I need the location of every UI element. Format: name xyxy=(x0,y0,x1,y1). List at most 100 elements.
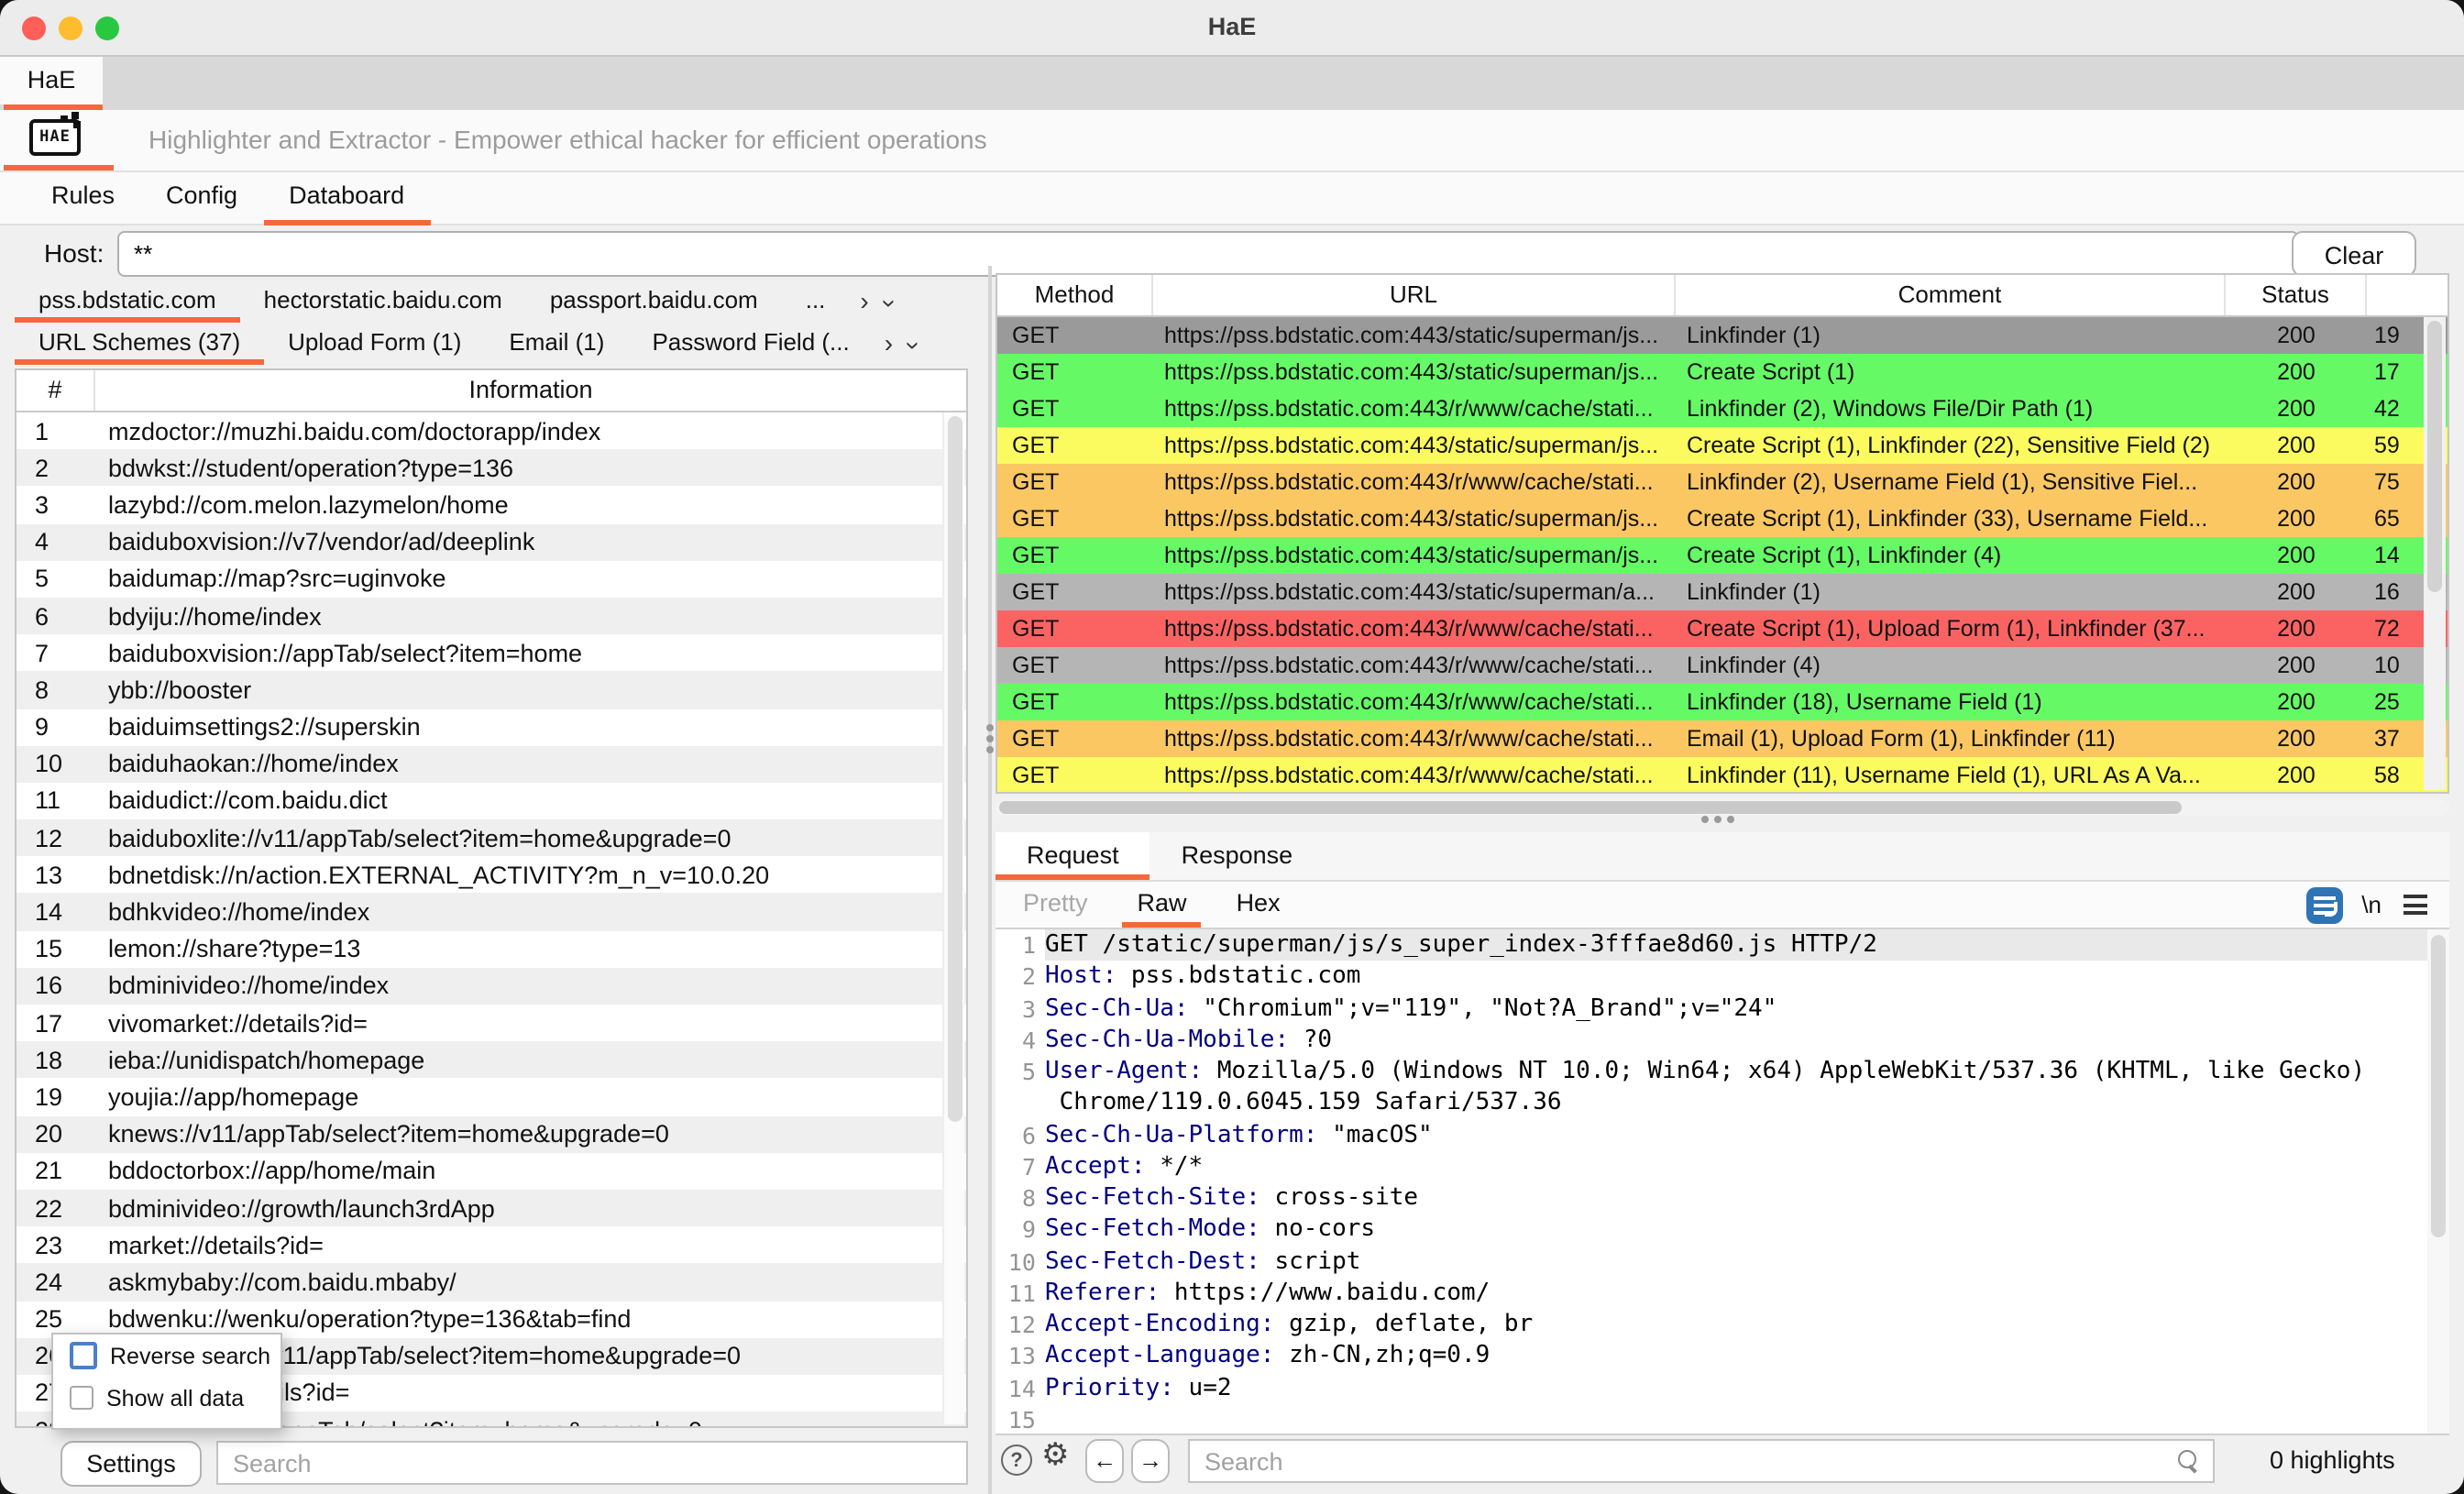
editor-menu-icon[interactable] xyxy=(2404,895,2427,915)
category-tab-0[interactable]: URL Schemes (37) xyxy=(15,326,264,365)
table-row[interactable]: 13bdnetdisk://n/action.EXTERNAL_ACTIVITY… xyxy=(16,857,966,894)
checkbox[interactable] xyxy=(70,1386,94,1410)
table-row[interactable]: 1mzdoctor://muzhi.baidu.com/doctorapp/in… xyxy=(16,412,966,449)
request-row[interactable]: GEThttps://pss.bdstatic.com:443/r/www/ca… xyxy=(997,757,2448,794)
request-row[interactable]: GEThttps://pss.bdstatic.com:443/r/www/ca… xyxy=(997,464,2448,500)
table-row[interactable]: 6bdyiju://home/index xyxy=(16,598,966,634)
table-row[interactable]: 4baiduboxvision://v7/vendor/ad/deeplink xyxy=(16,523,966,560)
panel-splitter[interactable] xyxy=(988,266,992,1494)
table-row[interactable]: 21bddoctorbox://app/home/main xyxy=(16,1153,966,1190)
request-row[interactable]: GEThttps://pss.bdstatic.com:443/static/s… xyxy=(997,427,2448,464)
word-wrap-icon[interactable] xyxy=(2306,886,2343,923)
host-tab-3[interactable]: ... xyxy=(782,284,850,323)
subtab-hex[interactable]: Hex xyxy=(1237,882,1281,928)
request-row[interactable]: GEThttps://pss.bdstatic.com:443/static/s… xyxy=(997,317,2448,354)
table-row[interactable]: 23market://details?id= xyxy=(16,1226,966,1263)
popup-option[interactable]: Show all data xyxy=(53,1377,280,1419)
column-header-comment[interactable]: Comment xyxy=(1676,275,2226,315)
tab-list-dropdown-icon[interactable]: › xyxy=(893,337,931,353)
scrollbar-thumb[interactable] xyxy=(947,416,962,1122)
table-row[interactable]: 22bdminivideo://growth/launch3rdApp xyxy=(16,1190,966,1226)
host-tab-2[interactable]: passport.baidu.com xyxy=(526,284,782,323)
table-row[interactable]: 9baiduimsettings2://superskin xyxy=(16,709,966,745)
scrollbar-thumb[interactable] xyxy=(999,801,2182,814)
checkbox[interactable] xyxy=(70,1342,97,1369)
table-settings-button[interactable]: Settings xyxy=(60,1441,202,1487)
editor-search-input[interactable] xyxy=(1190,1441,2213,1481)
table-row[interactable]: 14bdhkvideo://home/index xyxy=(16,894,966,930)
editor-scrollbar[interactable] xyxy=(2427,929,2449,1434)
request-row[interactable]: GEThttps://pss.bdstatic.com:443/static/s… xyxy=(997,354,2448,390)
show-newlines-icon[interactable]: \n xyxy=(2361,891,2382,918)
nav-tab-bar: RulesConfigDataboard xyxy=(0,172,2464,225)
table-viewer-splitter-handle-icon[interactable] xyxy=(1701,816,1734,827)
request-row[interactable]: GEThttps://pss.bdstatic.com:443/r/www/ca… xyxy=(997,647,2448,684)
cell-comment: Linkfinder (18), Username Field (1) xyxy=(1676,689,2226,715)
information-table-scrollbar[interactable] xyxy=(942,412,964,1424)
table-row[interactable]: 7baiduboxvision://appTab/select?item=hom… xyxy=(16,634,966,671)
scrollbar-thumb[interactable] xyxy=(2427,321,2442,592)
host-tab-1[interactable]: hectorstatic.baidu.com xyxy=(240,284,526,323)
table-row[interactable]: 20knews://v11/appTab/select?item=home&up… xyxy=(16,1115,966,1152)
subtab-raw[interactable]: Raw xyxy=(1138,882,1187,928)
table-row[interactable]: 19youjia://app/homepage xyxy=(16,1079,966,1115)
category-tab-3[interactable]: Password Field (... xyxy=(628,326,873,365)
request-row[interactable]: GEThttps://pss.bdstatic.com:443/r/www/ca… xyxy=(997,684,2448,720)
category-tab-1[interactable]: Upload Form (1) xyxy=(264,326,485,365)
tab-hae[interactable]: HaE xyxy=(0,57,103,104)
table-row[interactable]: 18ieba://unidispatch/homepage xyxy=(16,1041,966,1078)
column-header-url[interactable]: URL xyxy=(1153,275,1676,315)
previous-match-button[interactable]: ← xyxy=(1085,1439,1124,1483)
table-row[interactable]: 17vivomarket://details?id= xyxy=(16,1005,966,1041)
next-match-button[interactable]: → xyxy=(1131,1439,1170,1483)
table-row[interactable]: 2bdwkst://student/operation?type=136 xyxy=(16,449,966,486)
tab-list-dropdown-icon[interactable]: › xyxy=(868,295,907,311)
cell-url: https://pss.bdstatic.com:443/r/www/cache… xyxy=(1153,726,1676,752)
table-row[interactable]: 3lazybd://com.melon.lazymelon/home xyxy=(16,487,966,523)
viewer-tab-request[interactable]: Request xyxy=(996,832,1150,880)
nav-tab-rules[interactable]: Rules xyxy=(26,172,140,224)
cell-status: 200 xyxy=(2226,579,2367,605)
column-header-information[interactable]: Information xyxy=(95,370,966,411)
category-tab-2[interactable]: Email (1) xyxy=(485,326,628,365)
table-row[interactable]: 8ybb://booster xyxy=(16,672,966,709)
request-row[interactable]: GEThttps://pss.bdstatic.com:443/r/www/ca… xyxy=(997,610,2448,647)
row-info: baiduimsettings2://superskin xyxy=(94,713,966,741)
information-search-input[interactable] xyxy=(218,1443,966,1483)
panel-splitter-handle-icon[interactable] xyxy=(984,720,996,757)
table-row[interactable]: 12baiduboxlite://v11/appTab/select?item=… xyxy=(16,819,966,856)
table-row[interactable]: 15lemon://share?type=13 xyxy=(16,930,966,967)
viewer-tab-response[interactable]: Response xyxy=(1150,832,1325,880)
table-row[interactable]: 24askmybaby://com.baidu.mbaby/ xyxy=(16,1264,966,1301)
search-settings-gear-icon[interactable]: ⚙ xyxy=(1041,1437,1070,1474)
row-number: 16 xyxy=(16,972,94,1000)
column-header-method[interactable]: Method xyxy=(997,275,1153,315)
request-table-vscrollbar[interactable] xyxy=(2424,317,2446,790)
host-tab-bar: pss.bdstatic.comhectorstatic.baidu.compa… xyxy=(15,284,896,323)
row-number: 14 xyxy=(16,898,94,926)
scrollbar-thumb[interactable] xyxy=(2431,935,2446,1237)
table-row[interactable]: 11baidudict://com.baidu.dict xyxy=(16,783,966,819)
popup-option[interactable]: Reverse search xyxy=(53,1335,280,1377)
table-row[interactable]: 10baiduhaokan://home/index xyxy=(16,745,966,782)
request-row[interactable]: GEThttps://pss.bdstatic.com:443/r/www/ca… xyxy=(997,390,2448,427)
host-tab-0[interactable]: pss.bdstatic.com xyxy=(15,284,240,323)
request-table-hscrollbar[interactable] xyxy=(996,799,2449,816)
table-row[interactable]: 16bdminivideo://home/index xyxy=(16,968,966,1005)
column-header-number[interactable]: # xyxy=(16,370,95,411)
subtab-pretty[interactable]: Pretty xyxy=(1023,882,1088,928)
request-row[interactable]: GEThttps://pss.bdstatic.com:443/r/www/ca… xyxy=(997,720,2448,757)
table-row[interactable]: 5baidumap://map?src=uginvoke xyxy=(16,561,966,598)
line-number: 1 xyxy=(996,929,1045,961)
request-row[interactable]: GEThttps://pss.bdstatic.com:443/static/s… xyxy=(997,574,2448,610)
row-number: 3 xyxy=(16,491,94,519)
nav-tab-config[interactable]: Config xyxy=(140,172,263,224)
request-row[interactable]: GEThttps://pss.bdstatic.com:443/static/s… xyxy=(997,500,2448,537)
column-header-status[interactable]: Status xyxy=(2226,275,2367,315)
request-row[interactable]: GEThttps://pss.bdstatic.com:443/static/s… xyxy=(997,537,2448,574)
cell-comment: Create Script (1), Linkfinder (22), Sens… xyxy=(1676,433,2226,458)
nav-tab-databoard[interactable]: Databoard xyxy=(263,172,430,224)
help-icon[interactable]: ? xyxy=(1001,1445,1032,1476)
column-header-length[interactable] xyxy=(2367,275,2448,315)
request-editor[interactable]: 1GET /static/superman/js/s_super_index-3… xyxy=(996,929,2449,1435)
